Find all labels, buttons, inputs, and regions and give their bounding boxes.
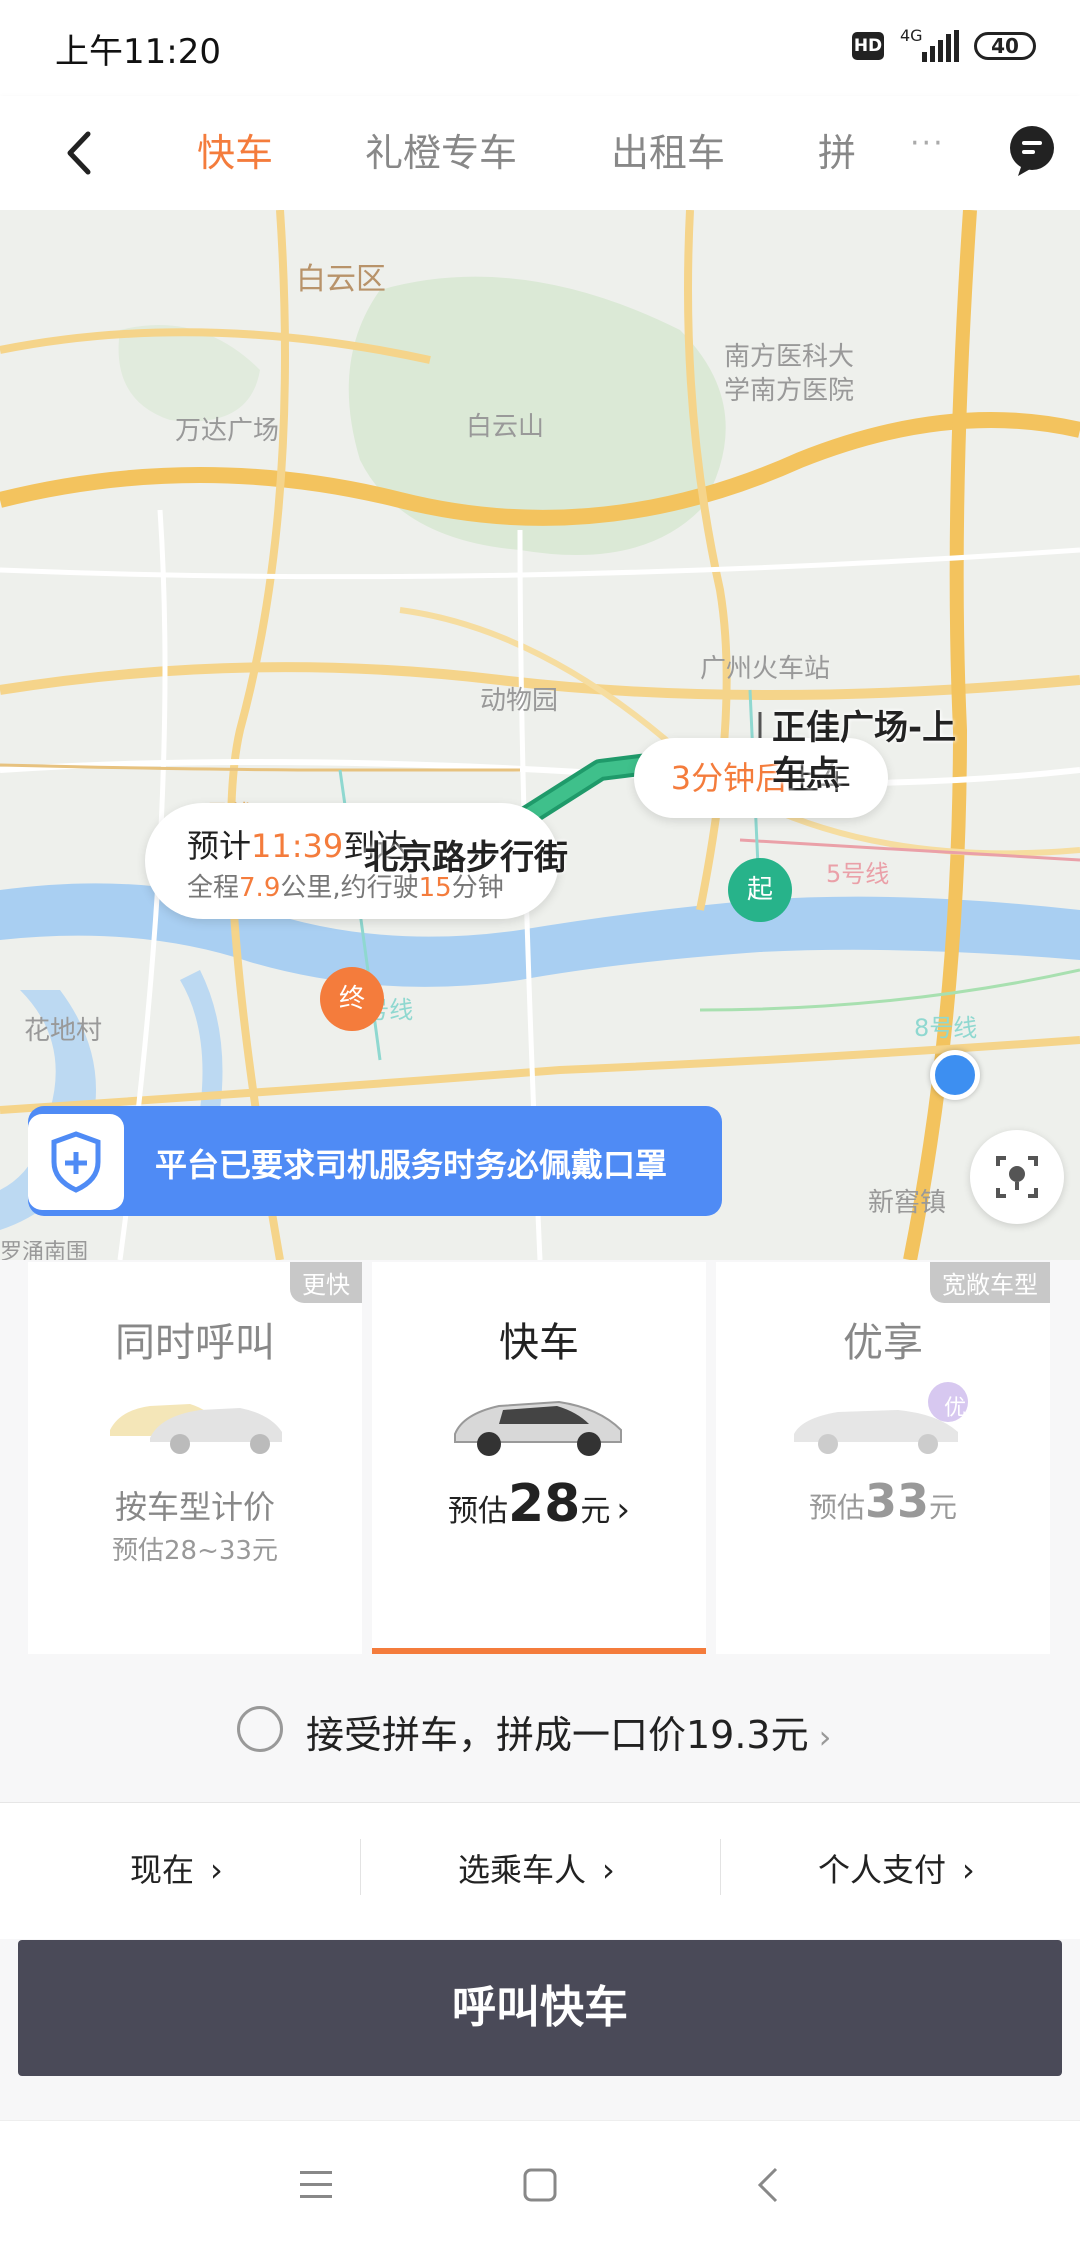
tag-spacious: 宽敞车型 [930, 1262, 1050, 1303]
eta-total-label: 全程 [187, 873, 240, 903]
tab-carpool[interactable]: 拼 [818, 122, 860, 177]
tab-express[interactable]: 快车 [197, 122, 273, 177]
price-line: 预估33元 [716, 1474, 1050, 1528]
home-icon[interactable] [522, 2167, 558, 2203]
signal-icon [922, 30, 959, 62]
map-label-station: 广州火车站 [700, 654, 831, 684]
map-label-line8: 8号线 [914, 1014, 978, 1042]
card-line2: 预估28~33元 [112, 1536, 278, 1566]
carpool-option[interactable]: 接受拼车，拼成一口价19.3元 › [0, 1690, 1080, 1774]
tab-premier[interactable]: 礼橙专车 [365, 122, 517, 177]
card-title: 快车 [499, 1320, 579, 1366]
chevron-right-icon: › [602, 1851, 615, 1889]
chevron-right-icon: › [818, 1718, 832, 1756]
ellipsis-icon[interactable]: ··· [910, 126, 945, 161]
passenger-label: 选乘车人 [458, 1851, 587, 1889]
back-arrow-icon[interactable] [60, 126, 100, 180]
pickup-minutes: 3分钟后 [670, 759, 788, 797]
divider [720, 1839, 721, 1895]
carpool-label: 接受拼车，拼成一口价19.3元 [306, 1713, 809, 1757]
carpool-radio[interactable] [237, 1706, 283, 1752]
selected-indicator [372, 1648, 706, 1654]
chevron-right-icon: › [210, 1851, 223, 1889]
network-label: 4G [900, 26, 923, 45]
current-location-dot [930, 1050, 980, 1100]
start-pin[interactable]: 起 [728, 858, 792, 922]
status-time: 上午11:20 [55, 32, 221, 72]
carpool-text: 接受拼车，拼成一口价19.3元 › [306, 1704, 831, 1759]
car-group-icon [110, 1404, 282, 1454]
eta-prefix: 预计 [187, 827, 252, 865]
car-icon [454, 1400, 622, 1456]
map-label-xinjiao: 新窖镇 [868, 1188, 947, 1218]
chevron-right-icon: › [616, 1490, 630, 1530]
call-express-button[interactable]: 呼叫快车 [18, 1940, 1062, 2076]
card-premium[interactable]: 宽敞车型 优享 优 预估33元 [716, 1262, 1050, 1654]
card-simultaneous-call[interactable]: 更快 同时呼叫 按车型计价 预估28~33元 [28, 1262, 362, 1654]
card-title: 优享 [843, 1320, 923, 1366]
map-view[interactable]: 白云区 万达广场 白云山 南方医科大学南方医院 广州火车站 动物园 1号线 5号… [0, 210, 1080, 1260]
card-title: 同时呼叫 [115, 1320, 275, 1366]
price-unit: 元 [929, 1491, 958, 1524]
battery-icon: 40 [974, 32, 1036, 60]
map-label-wanda: 万达广场 [175, 416, 280, 446]
map-label-baiyunshan: 白云山 [466, 412, 545, 442]
payment-label: 个人支付 [818, 1851, 947, 1889]
service-tab-bar: 快车 礼橙专车 出租车 拼 ··· [0, 96, 1080, 210]
tag-faster: 更快 [290, 1262, 362, 1303]
end-place-name[interactable]: 北京路步行街 [364, 830, 568, 879]
start-place-name-1[interactable]: 正佳广场-上 [772, 700, 956, 749]
passenger-option[interactable]: 选乘车人 › [458, 1845, 615, 1891]
card-express[interactable]: 快车 预估28元 › [372, 1262, 706, 1654]
eta-time: 11:39 [251, 827, 344, 865]
price-line: 预估28元 › [372, 1474, 706, 1534]
price-est-label: 预估 [808, 1491, 865, 1524]
card-line1: 按车型计价 [114, 1488, 275, 1526]
end-pin[interactable]: 终 [320, 967, 384, 1031]
locate-icon [996, 1156, 1038, 1198]
price-unit: 元 [580, 1494, 611, 1529]
map-label-huadicun: 花地村 [24, 1016, 103, 1046]
locate-button[interactable] [970, 1130, 1064, 1224]
menu-icon[interactable] [298, 2169, 334, 2201]
mask-notice-text: 平台已要求司机服务时务必佩戴口罩 [155, 1146, 668, 1184]
price-value: 33 [864, 1474, 929, 1528]
departure-time-option[interactable]: 现在 › [130, 1845, 223, 1891]
departure-time-label: 现在 [130, 1851, 195, 1889]
map-label-hospital: 南方医科大学南方医院 [724, 342, 855, 406]
map-label-park: 动物园 [480, 686, 559, 716]
back-icon[interactable] [754, 2165, 780, 2205]
hd-icon: HD [852, 32, 884, 60]
map-label-luochong: 罗涌南围 [0, 1240, 89, 1260]
divider [360, 1839, 361, 1895]
mask-notice-banner[interactable]: 平台已要求司机服务时务必佩戴口罩 [28, 1106, 722, 1216]
message-icon[interactable] [1008, 124, 1056, 180]
system-nav-bar [0, 2120, 1080, 2249]
map-label-line5: 5号线 [826, 860, 890, 888]
price-est-label: 预估 [448, 1494, 508, 1529]
tab-taxi[interactable]: 出租车 [611, 122, 725, 177]
payment-option[interactable]: 个人支付 › [818, 1845, 975, 1891]
pickup-time-bubble: 3分钟后上车 [634, 738, 888, 818]
premium-badge-icon: 优 [944, 1396, 967, 1421]
status-bar: 上午11:20 HD 4G 40 [0, 0, 1080, 96]
shield-icon [28, 1114, 124, 1210]
start-place-name-2[interactable]: 车点 [772, 746, 840, 795]
eta-distance: 7.9 [239, 873, 281, 903]
chevron-right-icon: › [962, 1851, 975, 1889]
map-label-baiyun-district: 白云区 [296, 262, 386, 297]
price-value: 28 [508, 1474, 581, 1534]
ride-options-bar: 现在 › 选乘车人 › 个人支付 › [0, 1802, 1080, 1939]
